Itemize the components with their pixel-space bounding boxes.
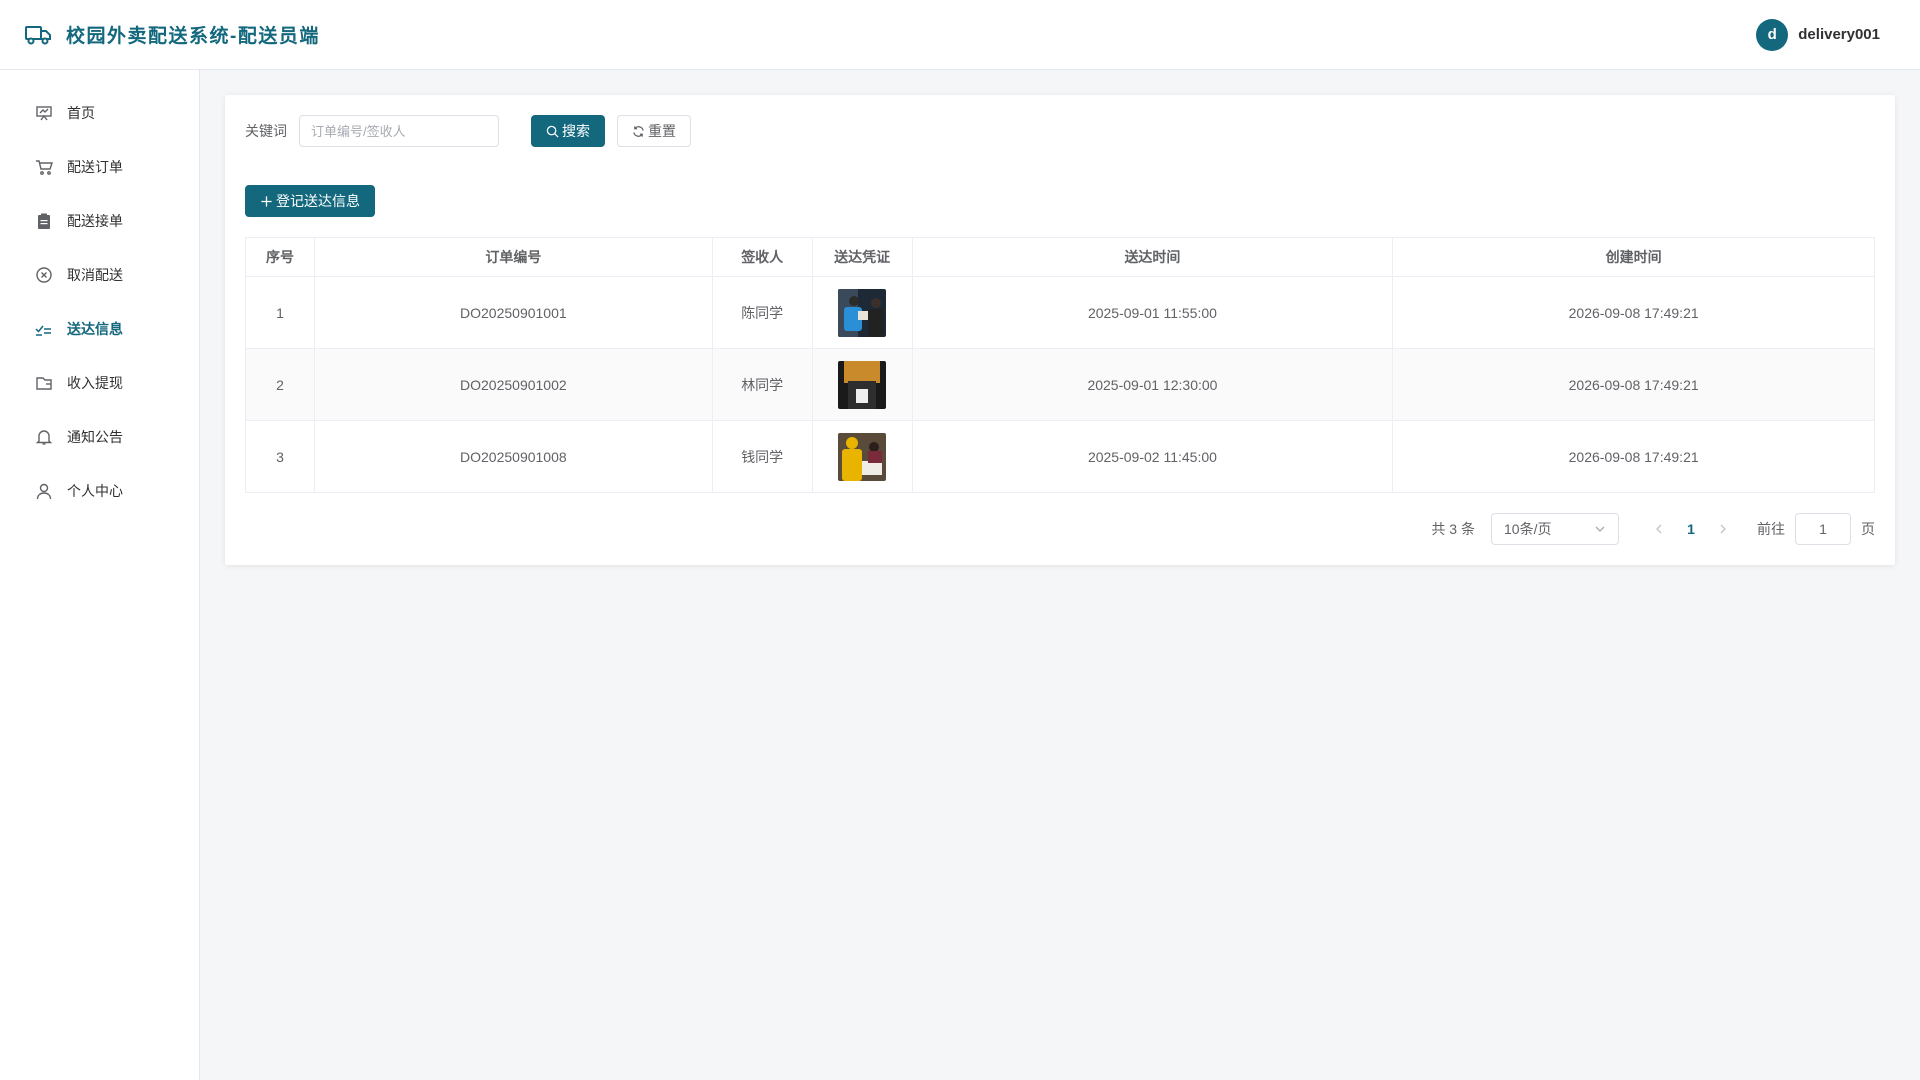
reset-button[interactable]: 重置: [617, 115, 691, 147]
username[interactable]: delivery001: [1798, 26, 1880, 43]
table-row: 3 DO20250901008 钱同学 2025-09-02 11:45:00 …: [245, 420, 1875, 493]
clipboard-icon: [35, 212, 53, 230]
app-title: 校园外卖配送系统-配送员端: [66, 26, 320, 47]
sidebar-item-label: 配送订单: [67, 159, 123, 175]
cell-index: 1: [245, 276, 315, 349]
add-button-label: 登记送达信息: [276, 193, 360, 209]
circle-close-icon: [35, 266, 53, 284]
cell-proof: [812, 348, 913, 421]
cell-created-at: 2026-09-08 17:49:21: [1392, 276, 1875, 349]
truck-icon: [25, 25, 51, 44]
cell-delivered-at: 2025-09-01 12:30:00: [912, 348, 1394, 421]
cell-receiver: 陈同学: [712, 276, 813, 349]
cell-proof: [812, 420, 913, 493]
bell-icon: [35, 428, 53, 446]
cell-index: 3: [245, 420, 315, 493]
page-number-current[interactable]: 1: [1675, 513, 1707, 545]
column-header-order-no: 订单编号: [314, 237, 713, 277]
chevron-down-icon: [1595, 526, 1605, 532]
page-unit-label: 页: [1861, 521, 1875, 537]
user-menu[interactable]: d delivery001: [1756, 18, 1880, 51]
keyword-input[interactable]: [299, 115, 499, 147]
sidebar-item-label: 个人中心: [67, 483, 123, 499]
cell-receiver: 林同学: [712, 348, 813, 421]
main-card: 关键词 搜索 重置 登记送达信息 序号 订单编号 签收人 送达凭证 送达时间 创…: [225, 95, 1895, 565]
sidebar-item-profile[interactable]: 个人中心: [0, 464, 199, 518]
sidebar-item-notices[interactable]: 通知公告: [0, 410, 199, 464]
pagination: 共 3 条 10条/页 1 前往 页: [1431, 513, 1875, 545]
table-row: 2 DO20250901002 林同学 2025-09-01 12:30:00 …: [245, 348, 1875, 421]
sidebar-item-label: 配送接单: [67, 213, 123, 229]
avatar[interactable]: d: [1756, 18, 1789, 51]
column-header-proof: 送达凭证: [812, 237, 913, 277]
home-monitor-icon: [35, 104, 53, 122]
cell-order-no: DO20250901002: [314, 348, 713, 421]
cell-index: 2: [245, 348, 315, 421]
cell-order-no: DO20250901001: [314, 276, 713, 349]
page-size-select[interactable]: 10条/页: [1491, 513, 1619, 545]
page-size-value: 10条/页: [1504, 521, 1552, 537]
cell-receiver: 钱同学: [712, 420, 813, 493]
column-header-delivered-at: 送达时间: [912, 237, 1394, 277]
cell-delivered-at: 2025-09-02 11:45:00: [912, 420, 1394, 493]
sidebar: 首页 配送订单 配送接单 取消配送 送达信息 收入提现 通知公告 个人中心: [0, 70, 200, 1080]
wallet-icon: [35, 374, 53, 392]
reset-button-label: 重置: [648, 123, 676, 139]
delivery-info-table: 序号 订单编号 签收人 送达凭证 送达时间 创建时间 1 DO202509010…: [245, 237, 1875, 493]
pagination-total: 共 3 条: [1431, 521, 1475, 537]
prev-page-button[interactable]: [1643, 513, 1675, 545]
sidebar-item-income[interactable]: 收入提现: [0, 356, 199, 410]
refresh-icon: [633, 125, 644, 137]
goto-label: 前往: [1757, 521, 1785, 537]
chevron-left-icon: [1656, 524, 1662, 534]
delivery-proof-image[interactable]: [838, 432, 887, 481]
sidebar-item-label: 取消配送: [67, 267, 123, 283]
cell-delivered-at: 2025-09-01 11:55:00: [912, 276, 1394, 349]
search-bar: 关键词 搜索 重置: [245, 115, 1875, 147]
sidebar-item-label: 通知公告: [67, 429, 123, 445]
top-header: 校园外卖配送系统-配送员端 d delivery001: [0, 0, 1920, 70]
sidebar-item-delivery-info[interactable]: 送达信息: [0, 302, 199, 356]
column-header-receiver: 签收人: [712, 237, 813, 277]
delivery-proof-image[interactable]: [838, 360, 887, 409]
sidebar-item-label: 首页: [67, 105, 95, 121]
user-icon: [35, 482, 53, 500]
cell-created-at: 2026-09-08 17:49:21: [1392, 420, 1875, 493]
search-button-label: 搜索: [562, 123, 590, 139]
plus-icon: [261, 195, 272, 207]
goto-page-input[interactable]: [1795, 513, 1851, 545]
column-header-created-at: 创建时间: [1392, 237, 1875, 277]
chevron-right-icon: [1720, 524, 1726, 534]
search-button[interactable]: 搜索: [531, 115, 605, 147]
add-delivery-info-button[interactable]: 登记送达信息: [245, 185, 375, 217]
column-header-index: 序号: [245, 237, 315, 277]
brand: 校园外卖配送系统-配送员端: [24, 21, 320, 48]
sidebar-item-cancel-delivery[interactable]: 取消配送: [0, 248, 199, 302]
sidebar-item-home[interactable]: 首页: [0, 86, 199, 140]
cell-proof: [812, 276, 913, 349]
cell-created-at: 2026-09-08 17:49:21: [1392, 348, 1875, 421]
table-header-row: 序号 订单编号 签收人 送达凭证 送达时间 创建时间: [245, 237, 1875, 277]
search-icon: [546, 125, 559, 138]
cart-icon: [35, 158, 53, 176]
checklist-icon: [35, 320, 53, 338]
table-row: 1 DO20250901001 陈同学 2025-09-01 11:55:00: [245, 276, 1875, 349]
sidebar-item-delivery-orders[interactable]: 配送订单: [0, 140, 199, 194]
next-page-button[interactable]: [1707, 513, 1739, 545]
delivery-proof-image[interactable]: [838, 288, 887, 337]
keyword-label: 关键词: [245, 123, 287, 139]
sidebar-item-accept-orders[interactable]: 配送接单: [0, 194, 199, 248]
sidebar-item-label: 送达信息: [67, 321, 123, 337]
sidebar-item-label: 收入提现: [67, 375, 123, 391]
cell-order-no: DO20250901008: [314, 420, 713, 493]
